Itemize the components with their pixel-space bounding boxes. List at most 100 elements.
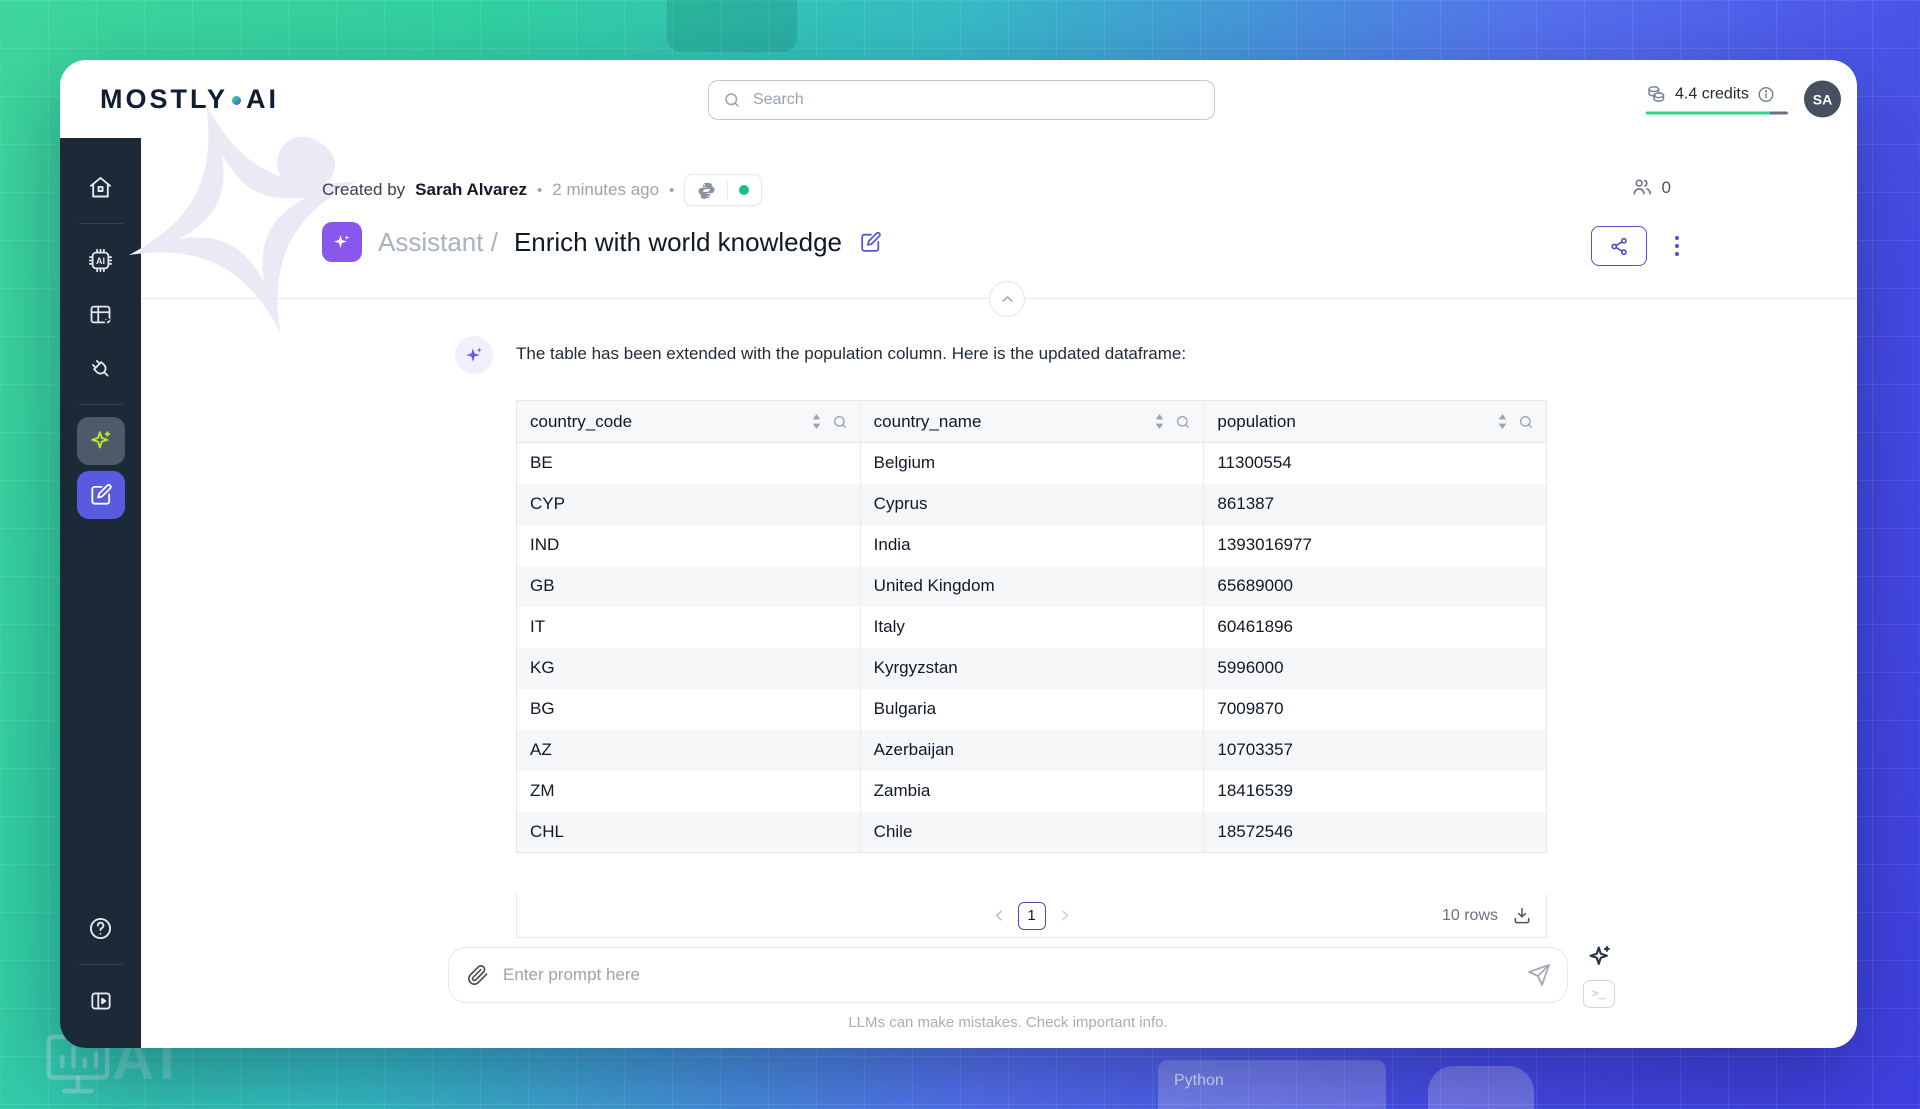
- logo-text-left: MOSTLY: [100, 83, 229, 114]
- collaborators-count: 0: [1661, 177, 1671, 197]
- table-cell: CHL: [516, 811, 861, 853]
- credits-progress-fill: [1646, 111, 1770, 115]
- column-header-label: population: [1217, 411, 1296, 431]
- table-cell: Zambia: [859, 770, 1204, 812]
- status-dot: [739, 185, 750, 195]
- table-row[interactable]: KG Kyrgyzstan 5996000: [516, 647, 1547, 689]
- search-icon: [725, 93, 739, 107]
- column-header[interactable]: country_name: [859, 400, 1204, 443]
- column-search-icon[interactable]: [1518, 414, 1534, 430]
- table-row[interactable]: CYP Cyprus 861387: [516, 483, 1547, 525]
- attachment-icon[interactable]: [467, 964, 489, 986]
- avatar-initials: SA: [1812, 91, 1833, 107]
- sidebar-item-home[interactable]: [77, 163, 125, 211]
- table-cell: 11300554: [1203, 442, 1547, 484]
- background-python-card: Python: [1158, 1060, 1386, 1109]
- share-button[interactable]: [1591, 226, 1647, 266]
- collaborators-indicator[interactable]: 0: [1631, 176, 1671, 199]
- title-row: Assistant / Enrich with world knowledge: [322, 222, 883, 262]
- table-sparkle-icon: [90, 305, 111, 324]
- sort-icon[interactable]: [1154, 414, 1165, 429]
- assistant-sparkle-icon: [334, 235, 350, 248]
- magic-prompt-button[interactable]: [1585, 942, 1615, 977]
- terminal-button[interactable]: >_: [1583, 980, 1615, 1008]
- logo-dot-icon: [232, 95, 242, 105]
- rename-icon[interactable]: [858, 230, 883, 255]
- info-icon[interactable]: [1757, 85, 1775, 103]
- separator: •: [537, 181, 543, 199]
- pagination: 1: [991, 901, 1073, 930]
- sidebar-item-ai-models[interactable]: AI: [77, 236, 125, 284]
- table-cell: 18416539: [1203, 770, 1547, 812]
- top-bar: MOSTLY AI 4.4 credits SA: [60, 60, 1857, 138]
- breadcrumb[interactable]: Assistant /: [378, 227, 498, 258]
- share-icon: [1610, 237, 1627, 255]
- credits-widget[interactable]: 4.4 credits: [1646, 84, 1788, 115]
- sort-icon[interactable]: [1497, 414, 1508, 429]
- column-header[interactable]: country_code: [516, 400, 861, 443]
- python-icon: [698, 182, 715, 199]
- table-row[interactable]: BG Bulgaria 7009870: [517, 688, 1547, 730]
- credits-label: 4.4 credits: [1675, 85, 1749, 102]
- assistant-message-sparkle-icon: [465, 347, 482, 362]
- column-search-icon[interactable]: [1175, 414, 1191, 430]
- language-status-pill[interactable]: [684, 174, 763, 206]
- logo-text-right: AI: [246, 83, 280, 114]
- table-row[interactable]: BE Belgium 11300554: [517, 442, 1547, 484]
- prev-page-icon[interactable]: [991, 907, 1008, 924]
- table-cell: IT: [530, 617, 546, 636]
- search-bar[interactable]: [708, 80, 1215, 120]
- column-search-icon[interactable]: [832, 414, 848, 430]
- table-cell: Azerbaijan: [859, 729, 1204, 771]
- column-header[interactable]: population: [1203, 400, 1547, 443]
- table-row[interactable]: AZ Azerbaijan 10703357: [516, 729, 1547, 771]
- next-page-icon[interactable]: [1056, 907, 1073, 924]
- assistant-avatar: [455, 336, 493, 374]
- more-options-button[interactable]: [1669, 230, 1685, 262]
- pill-divider: [727, 181, 729, 199]
- credits-progress-bar: [1646, 111, 1788, 115]
- column-header-label: country_code: [530, 411, 633, 431]
- table-row[interactable]: IND India 1393016977: [517, 524, 1547, 566]
- sparkle-icon: [90, 431, 110, 449]
- table-footer: 1 10 rows: [516, 894, 1547, 938]
- collapse-button[interactable]: [989, 281, 1025, 317]
- table-cell: 65689000: [1203, 565, 1547, 607]
- mostly-ai-logo[interactable]: MOSTLY AI: [100, 84, 279, 115]
- sidebar-item-datasets[interactable]: [77, 290, 125, 338]
- table-header-row: country_code country_name population: [516, 400, 1547, 443]
- author-name: Sarah Alvarez: [415, 180, 527, 199]
- table-cell: ZM: [530, 781, 555, 800]
- sidebar-item-editor[interactable]: [76, 471, 125, 519]
- table-row[interactable]: ZM Zambia 18416539: [517, 770, 1547, 812]
- table-cell: 18572546: [1203, 811, 1547, 853]
- sidebar-item-assistant[interactable]: [76, 417, 125, 465]
- background-shape: [667, 0, 797, 52]
- prompt-input[interactable]: [503, 965, 1527, 985]
- sidebar-item-help[interactable]: [77, 904, 125, 952]
- sparkle-plus-icon: [1589, 945, 1610, 965]
- sidebar-collapse-toggle[interactable]: [77, 977, 125, 1025]
- download-icon[interactable]: [1512, 906, 1532, 926]
- sidebar-divider: [78, 404, 123, 405]
- table-row[interactable]: CHL Chile 18572546: [516, 811, 1547, 853]
- avatar[interactable]: SA: [1804, 80, 1841, 118]
- time-ago: 2 minutes ago: [552, 180, 660, 199]
- sidebar: AI: [60, 138, 141, 1048]
- panel-toggle-icon: [90, 992, 111, 1010]
- table-cell: GB: [516, 565, 861, 607]
- table-cell: 60461896: [1203, 606, 1547, 648]
- current-page[interactable]: 1: [1017, 901, 1046, 930]
- table-cell: 5996000: [1203, 647, 1547, 689]
- sidebar-item-connectors[interactable]: [77, 344, 125, 392]
- search-input[interactable]: [753, 91, 1200, 109]
- plug-icon: [92, 359, 109, 377]
- svg-text:AI: AI: [96, 255, 105, 265]
- table-row[interactable]: GB United Kingdom 65689000: [516, 565, 1547, 607]
- row-count-label: 10 rows: [1441, 906, 1498, 924]
- sort-icon[interactable]: [811, 414, 822, 429]
- send-button[interactable]: [1527, 963, 1551, 987]
- assistant-message-text: The table has been extended with the pop…: [516, 344, 1187, 363]
- ai-chip-icon: AI: [88, 248, 113, 272]
- table-row[interactable]: IT Italy 60461896: [517, 606, 1547, 648]
